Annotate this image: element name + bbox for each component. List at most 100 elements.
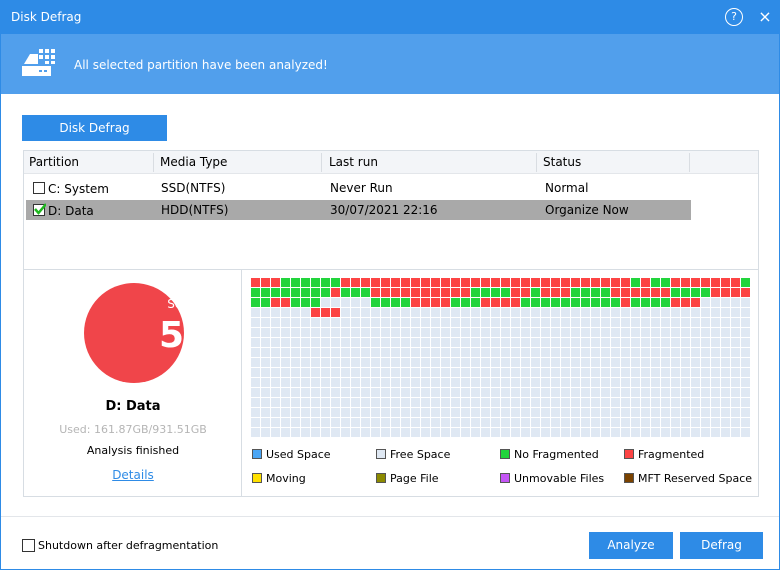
free-cluster — [321, 428, 330, 437]
free-cluster — [451, 338, 460, 347]
free-cluster — [381, 388, 390, 397]
free-cluster — [621, 368, 630, 377]
free-cluster — [271, 408, 280, 417]
free-cluster — [581, 388, 590, 397]
partition-name: D: Data — [48, 204, 94, 218]
free-cluster — [611, 398, 620, 407]
column-media-type[interactable]: Media Type — [160, 155, 227, 169]
free-cluster — [691, 398, 700, 407]
free-cluster — [561, 358, 570, 367]
column-status[interactable]: Status — [543, 155, 581, 169]
fragmented-cluster — [431, 288, 440, 297]
free-cluster — [331, 378, 340, 387]
free-cluster — [521, 388, 530, 397]
analyze-button[interactable]: Analyze — [589, 532, 673, 559]
free-cluster — [471, 358, 480, 367]
help-icon[interactable]: ? — [725, 8, 743, 26]
free-cluster — [711, 378, 720, 387]
free-cluster — [691, 358, 700, 367]
free-cluster — [381, 348, 390, 357]
fragmented-cluster — [451, 288, 460, 297]
fragmented-cluster — [551, 278, 560, 287]
no-fragmented-cluster — [531, 298, 540, 307]
free-cluster — [511, 358, 520, 367]
no-fragmented-cluster — [361, 288, 370, 297]
free-cluster — [411, 388, 420, 397]
free-cluster — [671, 348, 680, 357]
free-cluster — [621, 358, 630, 367]
free-cluster — [371, 328, 380, 337]
fragmented-cluster — [401, 288, 410, 297]
free-cluster — [331, 358, 340, 367]
free-cluster — [651, 308, 660, 317]
shutdown-label[interactable]: Shutdown after defragmentation — [38, 539, 218, 552]
free-cluster — [341, 318, 350, 327]
free-cluster — [681, 318, 690, 327]
free-cluster — [271, 338, 280, 347]
no-fragmented-cluster — [291, 288, 300, 297]
free-cluster — [401, 348, 410, 357]
free-cluster — [591, 398, 600, 407]
free-cluster — [541, 408, 550, 417]
free-cluster — [721, 378, 730, 387]
free-cluster — [581, 318, 590, 327]
free-cluster — [281, 408, 290, 417]
free-cluster — [401, 428, 410, 437]
free-cluster — [651, 388, 660, 397]
no-fragmented-cluster — [601, 288, 610, 297]
free-cluster — [671, 308, 680, 317]
column-last-run[interactable]: Last run — [329, 155, 378, 169]
close-icon[interactable]: × — [756, 8, 774, 26]
fragmented-cluster — [731, 278, 740, 287]
free-cluster — [471, 368, 480, 377]
free-cluster — [321, 338, 330, 347]
free-cluster — [511, 328, 520, 337]
free-cluster — [251, 378, 260, 387]
no-fragmented-cluster — [611, 298, 620, 307]
free-cluster — [431, 378, 440, 387]
free-cluster — [711, 358, 720, 367]
column-partition[interactable]: Partition — [29, 155, 79, 169]
free-cluster — [521, 348, 530, 357]
free-cluster — [741, 338, 750, 347]
title-bar: Disk Defrag ? × — [1, 1, 779, 34]
free-cluster — [261, 338, 270, 347]
details-link[interactable]: Details — [112, 468, 154, 482]
free-cluster — [741, 398, 750, 407]
table-row[interactable]: D: Data HDD(NTFS) 30/07/2021 22:16 Organ… — [26, 200, 691, 220]
shutdown-checkbox[interactable] — [22, 539, 35, 552]
free-cluster — [571, 338, 580, 347]
disk-defrag-button[interactable]: Disk Defrag — [22, 115, 167, 141]
free-cluster — [681, 358, 690, 367]
column-divider — [536, 153, 537, 172]
free-cluster — [361, 388, 370, 397]
free-cluster — [541, 358, 550, 367]
fragmented-cluster — [681, 278, 690, 287]
free-cluster — [591, 328, 600, 337]
free-cluster — [691, 378, 700, 387]
free-cluster — [621, 308, 630, 317]
free-cluster — [301, 338, 310, 347]
free-cluster — [321, 358, 330, 367]
free-cluster — [261, 418, 270, 427]
partition-checkbox[interactable] — [33, 203, 46, 216]
partition-checkbox[interactable] — [33, 182, 45, 194]
free-cluster — [361, 408, 370, 417]
free-cluster — [651, 398, 660, 407]
free-cluster — [651, 408, 660, 417]
free-cluster — [331, 338, 340, 347]
defrag-button[interactable]: Defrag — [680, 532, 763, 559]
fragmented-cluster — [541, 278, 550, 287]
no-fragmented-cluster — [261, 298, 270, 307]
free-cluster — [511, 308, 520, 317]
free-cluster — [521, 338, 530, 347]
free-cluster — [541, 308, 550, 317]
fragmented-cluster — [691, 298, 700, 307]
no-fragmented-cluster — [551, 298, 560, 307]
free-cluster — [691, 308, 700, 317]
fragmented-cluster — [451, 278, 460, 287]
free-cluster — [271, 328, 280, 337]
table-row[interactable]: C: System SSD(NTFS) Never Run Normal — [26, 178, 691, 198]
free-cluster — [531, 408, 540, 417]
free-cluster — [521, 428, 530, 437]
